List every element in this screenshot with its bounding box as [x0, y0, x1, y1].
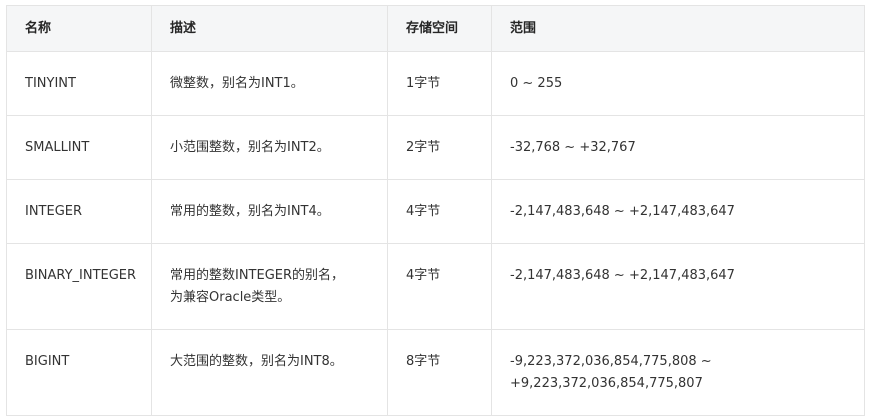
table-header-row: 名称 描述 存储空间 范围 — [6, 5, 865, 52]
cell-description-line: 常用的整数，别名为INT4。 — [170, 204, 330, 219]
cell-storage: 2字节 — [387, 115, 492, 180]
cell-range-line: -2,147,483,648 ~ +2,147,483,647 — [510, 268, 735, 283]
header-range: 范围 — [491, 5, 865, 52]
cell-range: -32,768 ~ +32,767 — [491, 115, 865, 180]
cell-range-line: -32,768 ~ +32,767 — [510, 140, 636, 155]
cell-name: BINARY_INTEGER — [6, 243, 152, 330]
table-header: 名称 描述 存储空间 范围 — [6, 5, 865, 52]
cell-name: TINYINT — [6, 51, 152, 116]
cell-storage: 8字节 — [387, 329, 492, 416]
cell-description-line: 为兼容Oracle类型。 — [170, 290, 291, 305]
cell-description-line: 小范围整数，别名为INT2。 — [170, 140, 330, 155]
cell-name: BIGINT — [6, 329, 152, 416]
cell-name: INTEGER — [6, 179, 152, 244]
header-description: 描述 — [151, 5, 388, 52]
cell-description: 常用的整数，别名为INT4。 — [151, 179, 388, 244]
cell-range-line: -9,223,372,036,854,775,808 ~ — [510, 354, 712, 369]
table-row: TINYINT 微整数，别名为INT1。 1字节 0 ~ 255 — [6, 51, 865, 116]
cell-storage: 1字节 — [387, 51, 492, 116]
cell-description-line: 微整数，别名为INT1。 — [170, 76, 304, 91]
cell-description: 小范围整数，别名为INT2。 — [151, 115, 388, 180]
cell-name: SMALLINT — [6, 115, 152, 180]
table-row: BIGINT 大范围的整数，别名为INT8。 8字节 -9,223,372,03… — [6, 329, 865, 416]
table-body: TINYINT 微整数，别名为INT1。 1字节 0 ~ 255 SMALLIN… — [6, 51, 865, 416]
cell-description-line: 常用的整数INTEGER的别名， — [170, 268, 345, 283]
cell-storage: 4字节 — [387, 243, 492, 330]
cell-description: 微整数，别名为INT1。 — [151, 51, 388, 116]
cell-range-line: +9,223,372,036,854,775,807 — [510, 376, 703, 391]
integer-types-table-container: 名称 描述 存储空间 范围 TINYINT 微整数，别名为INT1。 1字节 0… — [6, 5, 865, 416]
header-name: 名称 — [6, 5, 152, 52]
cell-description: 常用的整数INTEGER的别名， 为兼容Oracle类型。 — [151, 243, 388, 330]
table-row: BINARY_INTEGER 常用的整数INTEGER的别名， 为兼容Oracl… — [6, 243, 865, 330]
table-row: SMALLINT 小范围整数，别名为INT2。 2字节 -32,768 ~ +3… — [6, 115, 865, 180]
header-storage: 存储空间 — [387, 5, 492, 52]
cell-range: -9,223,372,036,854,775,808 ~ +9,223,372,… — [491, 329, 865, 416]
cell-description: 大范围的整数，别名为INT8。 — [151, 329, 388, 416]
cell-range-line: -2,147,483,648 ~ +2,147,483,647 — [510, 204, 735, 219]
cell-range: -2,147,483,648 ~ +2,147,483,647 — [491, 179, 865, 244]
cell-range: -2,147,483,648 ~ +2,147,483,647 — [491, 243, 865, 330]
cell-range: 0 ~ 255 — [491, 51, 865, 116]
integer-types-table: 名称 描述 存储空间 范围 TINYINT 微整数，别名为INT1。 1字节 0… — [6, 5, 865, 416]
cell-range-line: 0 ~ 255 — [510, 76, 563, 91]
cell-description-line: 大范围的整数，别名为INT8。 — [170, 354, 343, 369]
table-row: INTEGER 常用的整数，别名为INT4。 4字节 -2,147,483,64… — [6, 179, 865, 244]
cell-storage: 4字节 — [387, 179, 492, 244]
